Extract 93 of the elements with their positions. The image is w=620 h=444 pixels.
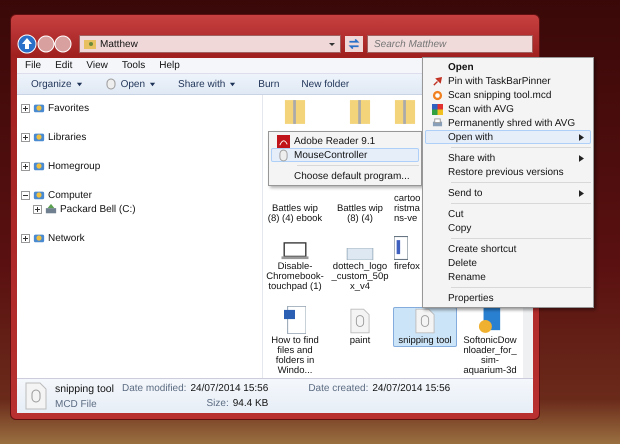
menu-item[interactable]: Edit [55,60,72,71]
context-menu-item[interactable]: Scan snipping tool.mcd [425,88,591,102]
submenu-item[interactable]: Adobe Reader 9.1 [271,134,419,148]
context-menu-item[interactable]: Copy [425,221,591,235]
zip-folder-icon [284,98,306,126]
search-field[interactable]: Search Matthew [367,35,533,53]
context-menu-item[interactable]: Open [425,60,591,74]
zip-folder-icon [349,98,371,126]
menu-item[interactable]: File [25,60,42,71]
submenu-arrow-icon [579,154,584,162]
dropdown-caret-icon[interactable] [76,80,83,88]
detail-label: Date created: [308,383,368,394]
nav-icon [33,232,45,244]
context-menu-item[interactable]: Send to [425,186,591,200]
context-menu-item[interactable]: Cut [425,207,591,221]
explorer-item[interactable]: dottech_logo_custom_50px_v4 [328,229,392,293]
detail-value: 24/07/2014 15:56 [190,383,268,394]
context-menu-item[interactable]: Restore previous versions [425,165,591,179]
expand-icon[interactable] [21,234,30,242]
mouse-file-icon [25,382,47,410]
sidebar-item[interactable]: Computer [48,190,92,200]
drive-icon [45,203,57,215]
context-menu-item[interactable]: Open with [425,130,591,144]
word-document-icon [284,306,306,334]
installer-box-icon [478,306,502,334]
detail-label: Date modified: [122,383,186,394]
explorer-item[interactable]: cartoo ristma ns-ve [393,193,421,225]
context-menu-item[interactable]: Share with [425,151,591,165]
sidebar-item[interactable]: Network [48,232,85,244]
context-menu-item[interactable]: Pin with TaskBarPinner [425,74,591,88]
nav-icon [33,189,45,201]
address-text: Matthew [100,38,139,50]
context-menu-item[interactable]: Scan with AVG [425,102,591,116]
context-menu-item[interactable]: Rename [425,270,591,284]
pin-icon [432,76,442,86]
explorer-item[interactable]: paint [328,307,392,347]
explorer-item[interactable]: Disable-Chromebook-touchpad (1) [263,229,327,293]
sidebar-item[interactable]: Homegroup [48,160,100,172]
address-bar[interactable]: Matthew [79,35,341,53]
explorer-item[interactable]: SoftonicDownloader_for_sim-aquarium-3d [458,307,522,377]
menu-item[interactable]: Help [159,60,180,71]
context-menu-item[interactable]: Permanently shred with AVG [425,116,591,130]
toolbar-button[interactable]: New folder [293,76,358,92]
image-thumbnail-icon [346,248,374,260]
mouse-icon [104,78,117,90]
submenu-arrow-icon [579,134,584,140]
nav-icon [33,102,45,114]
toolbar-button[interactable]: Open [96,76,164,92]
explorer-item[interactable]: Battles wip (8) (4) [328,203,392,225]
colored-squares-icon [432,104,442,114]
expand-icon[interactable] [21,132,30,142]
explorer-item[interactable]: How to find files and folders in Windo... [263,307,327,377]
dropdown-caret-icon[interactable] [229,80,236,88]
expand-icon[interactable] [21,162,30,170]
laptop-icon [281,242,309,260]
detail-value: 24/07/2014 15:56 [372,383,450,394]
collapse-icon[interactable] [21,190,30,200]
nav-icon [33,131,45,143]
submenu-item[interactable]: MouseController [271,148,419,162]
sidebar-item[interactable]: Libraries [48,132,86,142]
dropdown-caret-icon[interactable] [328,40,336,48]
context-menu-item[interactable]: Create shortcut [425,242,591,256]
mouse-icon [278,148,288,162]
shredder-icon [432,118,442,128]
file-type: MCD File [55,398,98,410]
mouse-file-icon [350,308,370,334]
detail-label: Size: [206,398,229,409]
expand-icon[interactable] [21,104,30,112]
expand-icon[interactable] [33,204,42,214]
refresh-icon[interactable] [345,36,363,52]
toolbar-button[interactable]: Share with [170,76,244,92]
explorer-item[interactable]: Battles wip (8) (4) ebook [263,203,327,225]
context-menu-item[interactable]: Properties [425,291,591,305]
nav-icon [33,160,45,172]
file-name: snipping tool [55,382,114,394]
menu-item[interactable]: View [86,60,108,71]
document-icon [394,236,408,260]
context-menu-item[interactable]: Delete [425,256,591,270]
sidebar-item[interactable]: Favorites [48,102,90,114]
scan-icon [432,90,442,100]
pdf-icon [276,134,290,148]
folder-icon [84,38,96,50]
submenu-arrow-icon [579,190,584,196]
menu-item[interactable]: Tools [122,60,146,71]
explorer-item[interactable]: snipping tool [393,307,457,347]
detail-value: 94.4 KB [232,398,268,409]
toolbar-button[interactable]: Burn [250,76,288,92]
explorer-item[interactable]: firefox [393,229,421,273]
sidebar-item[interactable]: Packard Bell (C:) [60,204,136,214]
toolbar-button[interactable]: Organize [23,76,91,92]
submenu-item[interactable]: Choose default program... [271,169,419,183]
zip-folder-icon [394,98,416,126]
dropdown-caret-icon[interactable] [149,80,156,88]
